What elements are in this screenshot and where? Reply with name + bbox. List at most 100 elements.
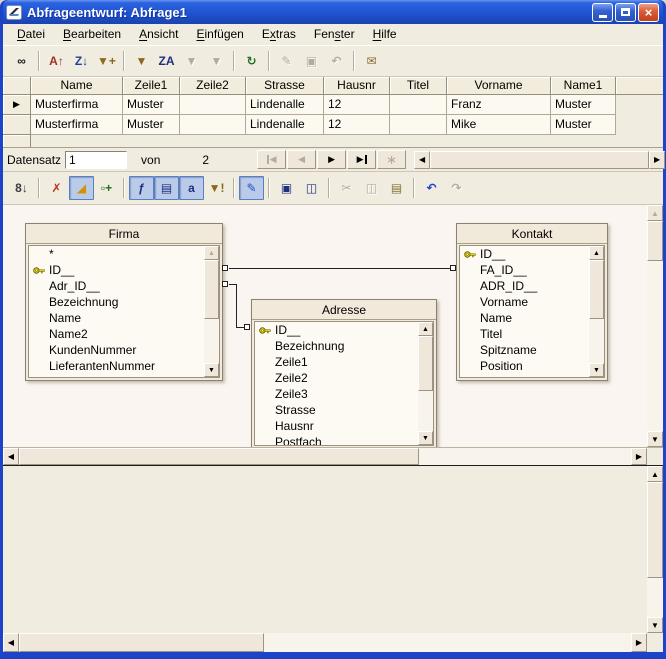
design-view-on-off-button[interactable]: ◢ — [69, 176, 94, 200]
data-cell[interactable] — [180, 95, 246, 115]
field-item[interactable]: Zeile3 — [255, 386, 433, 402]
sort-ascending-button[interactable]: A↑ — [44, 49, 69, 73]
data-cell[interactable] — [180, 115, 246, 135]
undo-button[interactable]: ↶ — [419, 176, 444, 200]
scroll-track[interactable] — [647, 261, 663, 431]
field-item[interactable]: KundenNummer — [29, 342, 219, 358]
scroll-track[interactable] — [647, 578, 663, 617]
field-item[interactable]: Name2 — [29, 326, 219, 342]
field-item[interactable]: ADR_ID__ — [460, 278, 604, 294]
field-item[interactable]: Strasse — [255, 402, 433, 418]
standard-filter-button[interactable]: ▼ — [129, 49, 154, 73]
row-selector[interactable] — [3, 135, 31, 148]
data-cell[interactable]: Lindenalle — [246, 95, 324, 115]
scroll-track[interactable] — [264, 633, 631, 652]
scroll-thumb[interactable] — [19, 448, 419, 465]
menu-einfügen[interactable]: Einfügen — [187, 25, 252, 44]
scroll-up-button[interactable]: ▲ — [647, 466, 663, 482]
column-header-strasse[interactable]: Strasse — [246, 77, 324, 95]
clear-query-button[interactable]: ✗ — [44, 176, 69, 200]
query-design-canvas[interactable]: Firma*ID__Adr_ID__BezeichnungNameName2Ku… — [3, 205, 647, 447]
field-item[interactable]: Spitzname — [460, 342, 604, 358]
column-header-hausnr[interactable]: Hausnr — [324, 77, 390, 95]
scroll-track[interactable] — [418, 391, 433, 431]
field-item[interactable]: Vorname — [460, 294, 604, 310]
scroll-down-button[interactable]: ▼ — [589, 363, 604, 377]
table-window-title[interactable]: Adresse — [252, 300, 436, 320]
column-header-titel[interactable]: Titel — [390, 77, 447, 95]
column-header-zeile2[interactable]: Zeile2 — [180, 77, 246, 95]
join-line[interactable] — [236, 284, 237, 328]
field-item[interactable]: Adr_ID__ — [29, 278, 219, 294]
field-item[interactable]: ID__ — [29, 262, 219, 278]
alias-names-button[interactable]: a — [179, 176, 204, 200]
maximize-button[interactable] — [615, 3, 636, 22]
data-cell[interactable]: Muster — [123, 115, 180, 135]
field-item[interactable]: LieferantenNummer — [29, 358, 219, 374]
row-selector-header[interactable] — [3, 77, 31, 95]
menu-bearbeiten[interactable]: Bearbeiten — [54, 25, 130, 44]
field-item[interactable]: Zeile2 — [255, 370, 433, 386]
data-source-as-table-button[interactable]: ✉ — [359, 49, 384, 73]
scroll-thumb[interactable] — [589, 260, 604, 319]
scroll-track[interactable] — [204, 319, 219, 363]
distinct-values-button[interactable]: ▼! — [204, 176, 229, 200]
column-header-name1[interactable]: Name1 — [551, 77, 616, 95]
field-item[interactable]: Postfach — [255, 434, 433, 446]
save-as-button[interactable]: ◫ — [299, 176, 324, 200]
run-query-button[interactable]: 8↓ — [9, 176, 34, 200]
join-line[interactable] — [229, 268, 456, 269]
scroll-thumb[interactable] — [19, 633, 264, 652]
field-item[interactable]: Name — [460, 310, 604, 326]
scroll-left-button[interactable]: ◀ — [3, 633, 19, 652]
table-name-button[interactable]: ▤ — [154, 176, 179, 200]
data-cell[interactable]: Lindenalle — [246, 115, 324, 135]
scroll-thumb[interactable] — [647, 221, 663, 261]
scroll-right-button[interactable]: ▶ — [649, 151, 665, 169]
scroll-down-button[interactable]: ▼ — [647, 617, 663, 633]
field-item[interactable]: Position — [460, 358, 604, 374]
scroll-thumb[interactable] — [647, 482, 663, 578]
functions-button[interactable]: ƒ — [129, 176, 154, 200]
data-cell[interactable]: Mike — [447, 115, 551, 135]
data-cell[interactable]: Muster — [551, 115, 616, 135]
column-header-name[interactable]: Name — [31, 77, 123, 95]
field-item[interactable]: FA_ID__ — [460, 262, 604, 278]
scroll-track[interactable] — [589, 319, 604, 363]
data-cell[interactable]: Musterfirma — [31, 95, 123, 115]
data-cell[interactable]: Muster — [123, 95, 180, 115]
scroll-down-button[interactable]: ▼ — [647, 431, 663, 447]
autofilter-button[interactable]: ▼+ — [94, 49, 119, 73]
titlebar[interactable]: Abfrageentwurf: Abfrage1 × — [3, 0, 663, 24]
next-record-button[interactable]: ▶ — [317, 150, 346, 169]
field-item[interactable]: Name — [29, 310, 219, 326]
field-item[interactable]: * — [29, 246, 219, 262]
paste-button[interactable]: ▤ — [384, 176, 409, 200]
scroll-right-button[interactable]: ▶ — [631, 448, 647, 465]
scroll-track[interactable] — [419, 448, 631, 465]
scroll-up-button[interactable]: ▲ — [589, 246, 604, 260]
data-cell[interactable]: Musterfirma — [31, 115, 123, 135]
scroll-left-button[interactable]: ◀ — [3, 448, 19, 465]
data-cell[interactable]: Muster — [551, 95, 616, 115]
field-item[interactable]: ID__ — [460, 246, 604, 262]
data-cell[interactable] — [390, 115, 447, 135]
add-table-button[interactable]: ▫+ — [94, 176, 119, 200]
row-selector[interactable]: ▶ — [3, 95, 31, 115]
close-button[interactable]: × — [638, 3, 659, 22]
scroll-up-button[interactable]: ▲ — [647, 205, 663, 221]
sort-order-button[interactable]: ZA — [154, 49, 179, 73]
scroll-down-button[interactable]: ▼ — [204, 363, 219, 377]
refresh-button[interactable]: ↻ — [239, 49, 264, 73]
scroll-up-button[interactable]: ▲ — [204, 246, 219, 260]
data-cell[interactable] — [390, 95, 447, 115]
row-selector[interactable] — [3, 115, 31, 135]
field-item[interactable]: ID__ — [255, 322, 433, 338]
field-item[interactable]: Titel — [460, 326, 604, 342]
data-cell[interactable]: 12 — [324, 115, 390, 135]
column-header-zeile1[interactable]: Zeile1 — [123, 77, 180, 95]
scroll-thumb[interactable] — [418, 336, 433, 391]
last-record-button[interactable]: ▶ — [347, 150, 376, 169]
column-header-vorname[interactable]: Vorname — [447, 77, 551, 95]
scroll-up-button[interactable]: ▲ — [418, 322, 433, 336]
